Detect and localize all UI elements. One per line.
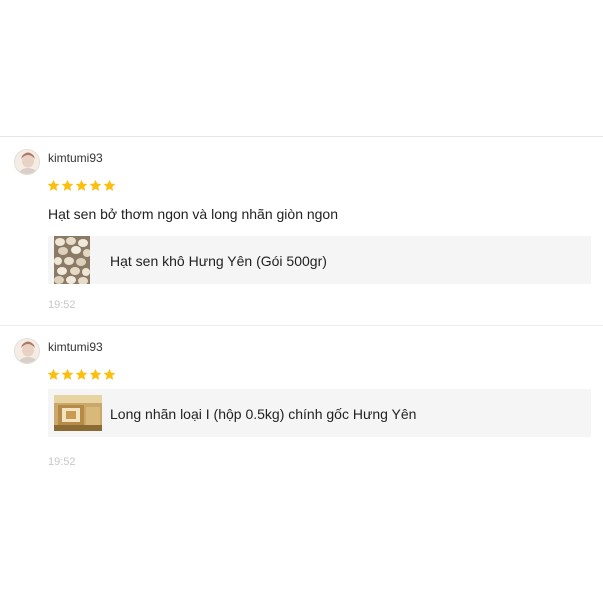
star-icon	[75, 179, 88, 193]
review-time: 19:52	[48, 456, 76, 468]
review-list: kimtumi93 Hạt sen bở thơm ngon và long n…	[0, 136, 603, 468]
avatar[interactable]	[14, 338, 40, 364]
product-name[interactable]: Long nhãn loại I (hộp 0.5kg) chính gốc H…	[110, 406, 416, 422]
star-icon	[89, 179, 102, 193]
star-icon	[47, 179, 60, 193]
star-icon	[47, 368, 60, 382]
user-avatar-icon	[15, 150, 39, 174]
product-thumbnail[interactable]	[54, 395, 102, 431]
review-item: kimtumi93 Hạt sen bở thơm ngon và long n…	[0, 137, 603, 326]
review-item: kimtumi93 Long nhãn loại I (hộp 0.5kg) c…	[0, 326, 603, 468]
star-icon	[103, 368, 116, 382]
avatar[interactable]	[14, 149, 40, 175]
rating-stars	[47, 368, 116, 382]
user-avatar-icon	[15, 339, 39, 363]
star-icon	[61, 179, 74, 193]
star-icon	[75, 368, 88, 382]
lotus-seeds-thumbnail-icon	[54, 236, 90, 284]
product-card[interactable]: Long nhãn loại I (hộp 0.5kg) chính gốc H…	[48, 389, 591, 437]
product-name[interactable]: Hạt sen khô Hưng Yên (Gói 500gr)	[110, 253, 327, 269]
review-time: 19:52	[48, 299, 76, 311]
dried-longan-box-thumbnail-icon	[54, 395, 102, 431]
star-icon	[103, 179, 116, 193]
star-icon	[61, 368, 74, 382]
review-comment: Hạt sen bở thơm ngon và long nhãn giòn n…	[48, 206, 339, 222]
star-icon	[89, 368, 102, 382]
reviewer-username[interactable]: kimtumi93	[48, 340, 103, 354]
product-card[interactable]: Hạt sen khô Hưng Yên (Gói 500gr)	[48, 236, 591, 284]
reviewer-username[interactable]: kimtumi93	[48, 151, 103, 165]
rating-stars	[47, 179, 116, 193]
product-thumbnail[interactable]	[54, 236, 90, 284]
